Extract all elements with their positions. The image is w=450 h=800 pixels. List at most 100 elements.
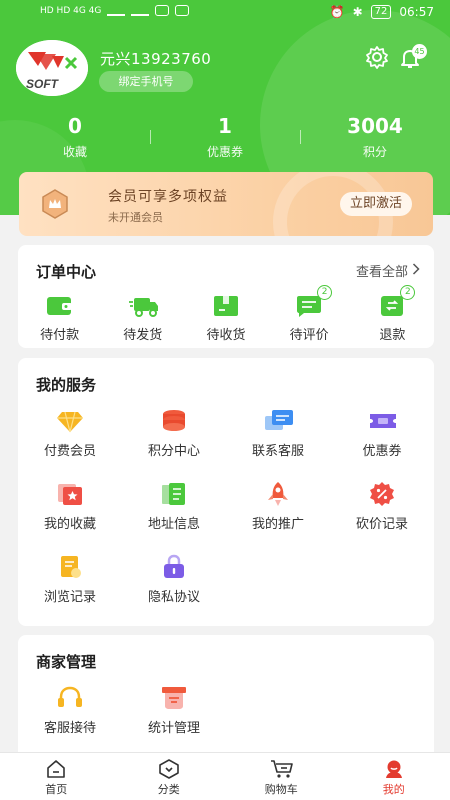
headset-icon: [56, 685, 84, 711]
service-label: 付费会员: [43, 444, 96, 459]
wallet-icon: [45, 293, 75, 319]
nav-profile[interactable]: 我的: [338, 753, 450, 800]
nav-label: 我的: [382, 783, 405, 796]
merchant-statistics[interactable]: 统计管理: [122, 685, 226, 736]
my-services-card: 我的服务 付费会员 积分中心 联系客服 优惠券 我的收藏 地址信息 我的推广 砍…: [18, 358, 434, 626]
status-right: ⏰ ✱ 72 06:57: [330, 5, 434, 19]
address-icon: [160, 481, 188, 507]
membership-subtitle: 未开通会员: [108, 211, 163, 224]
stat-value: 0: [68, 114, 82, 138]
signal-icon: [131, 6, 150, 16]
status-bar: HD HD 4G 4G ⏰ ✱ 72 06:57: [0, 0, 450, 26]
my-services-title: 我的服务: [36, 376, 97, 394]
order-label: 待付款: [40, 328, 80, 343]
order-label: 退款: [379, 328, 406, 343]
bind-phone-button[interactable]: 绑定手机号: [99, 71, 193, 92]
stat-label: 积分: [362, 145, 387, 159]
app-notification-icon: [175, 5, 190, 16]
service-label: 我的推广: [251, 517, 304, 532]
nav-cart[interactable]: 购物车: [225, 753, 338, 800]
service-label: 我的收藏: [43, 517, 96, 532]
status-network-text: HD HD 4G 4G: [40, 5, 102, 16]
signal-icon: [107, 6, 126, 16]
discount-icon: [368, 481, 396, 507]
service-my-promotion[interactable]: 我的推广: [226, 481, 330, 532]
alarm-icon: ⏰: [329, 5, 345, 19]
order-status-row: 待付款 待发货 待收货 2 待评价 2 退款: [18, 285, 434, 343]
activate-button[interactable]: 立即激活: [340, 192, 412, 216]
crown-icon: [39, 188, 71, 220]
bluetooth-icon: ✱: [352, 5, 363, 19]
rocket-icon: [264, 481, 292, 507]
service-label: 隐私协议: [147, 590, 200, 605]
service-label: 客服接待: [43, 721, 96, 736]
order-refund[interactable]: 2 退款: [351, 285, 434, 343]
view-all-orders-link[interactable]: 查看全部: [356, 261, 420, 280]
wifi-icon: [155, 5, 170, 16]
battery-indicator: 72: [370, 5, 392, 19]
membership-banner[interactable]: 会员可享多项权益 未开通会员 立即激活: [19, 172, 433, 236]
nav-label: 购物车: [264, 783, 298, 796]
service-coupons[interactable]: 优惠券: [330, 408, 434, 459]
stat-label: 优惠券: [206, 145, 243, 159]
history-icon: [56, 554, 84, 580]
svg-text:SOFT: SOFT: [26, 77, 60, 91]
order-pending-review[interactable]: 2 待评价: [268, 285, 351, 343]
favorite-icon: [56, 481, 84, 507]
avatar[interactable]: SOFT: [16, 40, 88, 96]
service-my-favorites[interactable]: 我的收藏: [18, 481, 122, 532]
comment-icon: 2: [294, 285, 333, 319]
nav-label: 分类: [157, 783, 180, 796]
stats-row: 0 收藏 1 优惠券 3004 积分: [0, 112, 450, 160]
service-address-info[interactable]: 地址信息: [122, 481, 226, 532]
home-icon: [45, 759, 67, 779]
service-label: 地址信息: [147, 517, 200, 532]
service-privacy-agreement[interactable]: 隐私协议: [122, 554, 226, 605]
order-label: 待评价: [289, 328, 329, 343]
status-time: 06:57: [399, 5, 434, 19]
cart-icon: [270, 759, 294, 779]
service-paid-membership[interactable]: 付费会员: [18, 408, 122, 459]
service-label: 统计管理: [147, 721, 200, 736]
service-browsing-history[interactable]: 浏览记录: [18, 554, 122, 605]
status-left: HD HD 4G 4G: [40, 5, 190, 16]
order-count-badge: 2: [400, 285, 416, 300]
service-points-center[interactable]: 积分中心: [122, 408, 226, 459]
merchant-customer-service[interactable]: 客服接待: [18, 685, 122, 736]
services-grid: 付费会员 积分中心 联系客服 优惠券 我的收藏 地址信息 我的推广 砍价记录 浏…: [18, 408, 434, 605]
stat-favorites[interactable]: 0 收藏: [0, 112, 150, 160]
profile-icon: [383, 759, 405, 779]
order-pending-receipt[interactable]: 待收货: [184, 293, 267, 343]
service-label: 联系客服: [251, 444, 304, 459]
order-pending-payment[interactable]: 待付款: [18, 293, 101, 343]
notification-badge: 45: [412, 44, 427, 59]
stat-label: 收藏: [62, 145, 87, 159]
settings-gear-icon[interactable]: [364, 44, 390, 70]
order-label: 待发货: [123, 328, 163, 343]
chat-icon: [264, 408, 293, 434]
service-label: 浏览记录: [43, 590, 96, 605]
nav-category[interactable]: 分类: [113, 753, 226, 800]
nav-home[interactable]: 首页: [0, 753, 113, 800]
refund-icon: 2: [377, 285, 416, 319]
package-icon: [211, 293, 241, 319]
stat-value: 1: [218, 114, 232, 138]
order-label: 待收货: [206, 328, 246, 343]
chevron-right-icon: [412, 262, 420, 279]
stat-points[interactable]: 3004 积分: [300, 112, 450, 160]
coins-icon: [160, 408, 188, 434]
merchant-management-title: 商家管理: [36, 653, 97, 671]
lock-icon: [160, 554, 188, 580]
category-icon: [158, 759, 180, 779]
service-contact-support[interactable]: 联系客服: [226, 408, 330, 459]
stat-coupons[interactable]: 1 优惠券: [150, 112, 300, 160]
bottom-navigation: 首页 分类 购物车 我的: [0, 752, 450, 800]
order-pending-shipment[interactable]: 待发货: [101, 293, 184, 343]
service-bargain-records[interactable]: 砍价记录: [330, 481, 434, 532]
username: 元兴13923760: [100, 50, 212, 68]
order-center-card: 订单中心 查看全部 待付款 待发货 待收货 2 待评价 2 退款: [18, 245, 434, 348]
statistics-icon: [160, 685, 188, 711]
merchant-management-card: 商家管理 客服接待 统计管理: [18, 635, 434, 765]
order-center-title: 订单中心: [36, 263, 97, 281]
service-label: 积分中心: [147, 444, 200, 459]
